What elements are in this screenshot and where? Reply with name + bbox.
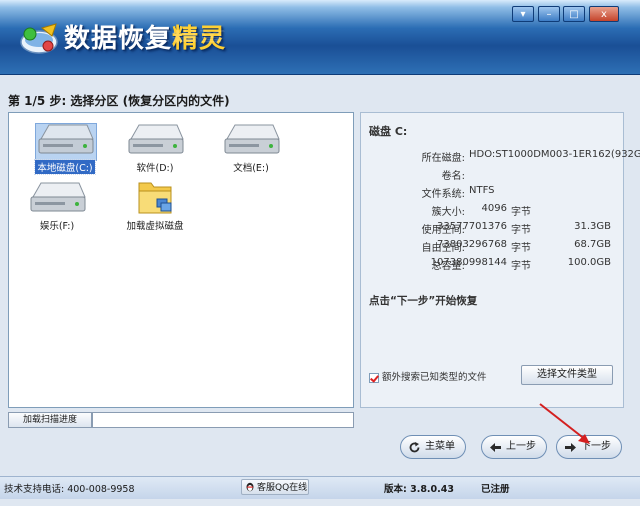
partition-item-d[interactable]: 软件(D:)	[113, 119, 197, 183]
partition-label: 文档(E:)	[233, 163, 269, 174]
info-unit: 字节	[511, 261, 531, 272]
maximize-button[interactable]: □	[563, 6, 585, 22]
previous-step-label: 上一步	[506, 441, 536, 452]
partition-item-f[interactable]: 娱乐(F:)	[15, 177, 99, 241]
app-title-reflection: 数据恢复精灵	[64, 28, 226, 47]
info-key: 簇大小:	[431, 207, 465, 218]
registration-status: 已注册	[481, 484, 510, 495]
extra-search-checkbox[interactable]	[369, 372, 379, 383]
disk-title: 磁盘 C:	[369, 125, 408, 138]
load-virtual-disk[interactable]: 加载虚拟磁盘	[113, 177, 197, 241]
info-row-used: 使用空间: 33577701376 字节 31.3GB	[361, 221, 625, 239]
extra-search-label: 额外搜索已知类型的文件	[382, 372, 487, 383]
hard-drive-icon	[38, 124, 94, 154]
info-row-free: 自由空间: 73803296768 字节 68.7GB	[361, 239, 625, 257]
info-size: 100.0GB	[567, 257, 611, 268]
info-number: 107380998144	[430, 257, 507, 268]
load-scan-progress-button[interactable]: 加载扫描进度	[8, 412, 92, 428]
info-row-filesystem: 文件系统: NTFS	[361, 185, 625, 203]
arrow-left-icon	[490, 443, 501, 452]
app-window: 数据恢复精灵 数据恢复精灵 ▾ – □ x 第 1/5 步: 选择分区 (恢复分…	[0, 0, 640, 506]
info-value: NTFS	[469, 185, 495, 196]
info-unit: 字节	[511, 225, 531, 236]
refresh-icon	[409, 442, 420, 453]
info-size: 31.3GB	[574, 221, 611, 232]
info-number: 4096	[481, 203, 507, 214]
select-file-type-button[interactable]: 选择文件类型	[521, 365, 613, 385]
hard-drive-icon	[224, 124, 280, 154]
main-menu-label: 主菜单	[425, 441, 455, 452]
qq-penguin-icon	[246, 482, 254, 492]
partition-label: 软件(D:)	[136, 163, 174, 174]
info-unit: 字节	[511, 243, 531, 254]
info-row-total: 总容量: 107380998144 字节 100.0GB	[361, 257, 625, 275]
info-key: 卷名:	[441, 171, 465, 182]
dropdown-menu-button[interactable]: ▾	[512, 6, 534, 22]
scan-progress-bar	[92, 412, 354, 428]
app-title-reflection-main: 数据恢复	[64, 28, 173, 43]
partition-label: 本地磁盘(C:)	[34, 159, 96, 175]
folder-icon	[138, 182, 172, 214]
app-title-reflection-accent: 精灵	[172, 28, 227, 43]
close-button[interactable]: x	[589, 6, 619, 22]
partition-label: 娱乐(F:)	[39, 221, 75, 232]
partition-item-e[interactable]: 文档(E:)	[209, 119, 293, 183]
partition-list[interactable]: 本地磁盘(C:) 软件(D:) 文档(E:) 娱乐(F:) 加载虚拟磁盘	[8, 112, 354, 408]
info-size: 68.7GB	[574, 239, 611, 250]
extra-search-option[interactable]: 额外搜索已知类型的文件	[369, 369, 487, 383]
hard-drive-icon	[128, 124, 184, 154]
partition-label: 加载虚拟磁盘	[126, 221, 184, 232]
qq-service-button[interactable]: 客服QQ在线	[241, 479, 309, 495]
annotation-arrow-icon	[539, 403, 590, 444]
info-row-cluster: 簇大小: 4096 字节	[361, 203, 625, 221]
app-logo-icon	[20, 23, 58, 54]
minimize-button[interactable]: –	[538, 6, 560, 22]
info-number: 73803296768	[437, 239, 507, 250]
info-key: 文件系统:	[421, 189, 465, 200]
info-row-volume: 卷名:	[361, 167, 625, 185]
main-menu-button[interactable]: 主菜单	[400, 435, 466, 459]
info-row-disk: 所在磁盘: HDO:ST1000DM003-1ER162(932G	[361, 149, 640, 167]
info-key: 所在磁盘:	[421, 153, 465, 164]
start-hint: 点击“下一步”开始恢复	[369, 295, 478, 307]
title-bar[interactable]: 数据恢复精灵 数据恢复精灵 ▾ – □ x	[0, 0, 640, 75]
disk-info-panel: 磁盘 C: 所在磁盘: HDO:ST1000DM003-1ER162(932G …	[360, 112, 640, 408]
partition-item-c[interactable]: 本地磁盘(C:)	[23, 119, 107, 183]
hard-drive-icon	[30, 182, 86, 212]
support-phone: 技术支持电话: 400-008-9958	[4, 484, 135, 495]
version-info: 版本: 3.8.0.43	[384, 484, 454, 495]
info-value: HDO:ST1000DM003-1ER162(932G	[469, 149, 640, 160]
info-unit: 字节	[511, 207, 531, 218]
status-bar: 技术支持电话: 400-008-9958 客服QQ在线 版本: 3.8.0.43…	[0, 476, 640, 499]
step-title: 第 1/5 步: 选择分区 (恢复分区内的文件)	[8, 94, 230, 108]
info-number: 33577701376	[437, 221, 507, 232]
qq-service-label: 客服QQ在线	[257, 483, 308, 493]
